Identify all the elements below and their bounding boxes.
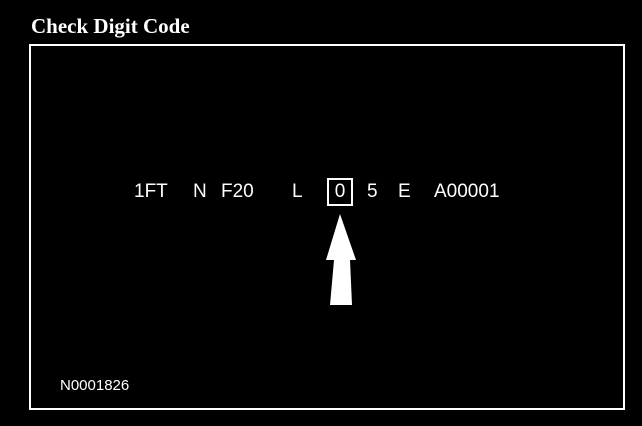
- figure-code-label: N0001826: [60, 377, 130, 394]
- up-arrow-shape: [326, 214, 356, 305]
- figure-canvas: Check Digit Code 1FT N F20 L 0 5 E A0000…: [0, 0, 642, 426]
- up-arrow-icon: [326, 214, 356, 305]
